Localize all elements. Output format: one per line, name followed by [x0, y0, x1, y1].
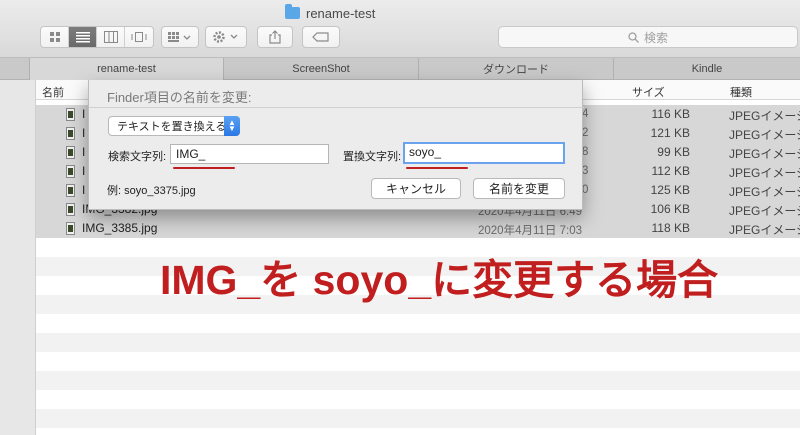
rename-example: 例: soyo_3375.jpg	[107, 185, 196, 197]
dialog-divider	[89, 107, 584, 108]
file-kind: JPEGイメージ	[729, 147, 800, 161]
file-size: 106 KB	[650, 202, 690, 216]
jpeg-file-icon	[66, 146, 75, 159]
arrange-button[interactable]	[161, 26, 199, 48]
folder-icon	[285, 4, 300, 19]
file-date: 2020年4月11日 7:03	[478, 225, 582, 237]
search-placeholder: 検索	[643, 30, 668, 45]
icon-view-button[interactable]	[41, 27, 69, 47]
file-name: I	[82, 126, 86, 140]
find-label: 検索文字列:	[108, 151, 167, 163]
tab-label: Kindle	[691, 63, 723, 75]
cancel-button[interactable]: キャンセル	[371, 178, 461, 199]
file-name: I	[82, 145, 86, 159]
file-name: I	[82, 107, 86, 121]
gear-icon	[213, 31, 238, 43]
rename-button[interactable]: 名前を変更	[473, 178, 565, 199]
cover-flow-icon	[131, 32, 147, 42]
replace-label: 置換文字列:	[343, 151, 402, 163]
file-kind: JPEGイメージ	[729, 223, 800, 237]
share-icon	[269, 30, 281, 44]
cover-flow-view-button[interactable]	[125, 27, 153, 47]
jpeg-file-icon	[66, 165, 75, 178]
tags-button[interactable]	[302, 26, 340, 48]
view-mode-segmented-control	[40, 26, 154, 48]
tab-label: ダウンロード	[483, 64, 549, 76]
empty-row	[36, 371, 800, 390]
file-row[interactable]: IMG_3385.jpg 2020年4月11日 7:03 118 KB JPEG…	[36, 219, 800, 238]
search-field[interactable]: 検索	[498, 26, 798, 48]
icon-view-icon	[49, 32, 60, 42]
rename-mode-popup[interactable]: テキストを置き換える ▲ ▼	[108, 116, 240, 136]
file-size: 116 KB	[651, 107, 690, 121]
tab-rename-test[interactable]: rename-test	[30, 58, 224, 80]
rename-mode-label: テキストを置き換える	[117, 121, 227, 133]
file-size: 99 KB	[657, 145, 690, 159]
search-icon	[628, 31, 639, 43]
file-size: 112 KB	[651, 164, 690, 178]
column-view-icon	[103, 31, 118, 43]
file-kind: JPEGイメージ	[729, 204, 800, 218]
jpeg-file-icon	[66, 203, 75, 216]
column-kind-header[interactable]: 種類	[730, 84, 752, 100]
file-kind: JPEGイメージ	[729, 166, 800, 180]
column-size-header[interactable]: サイズ	[632, 84, 665, 100]
file-size: 121 KB	[650, 126, 690, 140]
list-view-icon	[75, 32, 90, 43]
jpeg-file-icon	[66, 108, 75, 121]
popup-arrows-icon: ▲ ▼	[224, 116, 240, 136]
jpeg-file-icon	[66, 222, 75, 235]
column-name-header[interactable]: 名前	[42, 84, 64, 100]
replace-underline-annotation	[406, 167, 468, 169]
file-kind: JPEGイメージ	[729, 128, 800, 142]
finder-toolbar: rename-test 検索	[0, 0, 800, 58]
tab-download[interactable]: ダウンロード	[419, 58, 614, 80]
find-field[interactable]: IMG_	[170, 144, 329, 164]
window-title-text: rename-test	[306, 5, 376, 21]
caption-overlay: IMG_を soyo_に変更する場合	[160, 257, 719, 303]
empty-row	[36, 333, 800, 352]
sidebar	[0, 80, 36, 435]
replace-field[interactable]: soyo_	[403, 142, 565, 164]
column-view-button[interactable]	[97, 27, 125, 47]
file-name: IMG_3385.jpg	[82, 221, 158, 235]
tab-kindle[interactable]: Kindle	[614, 58, 800, 80]
tab-label: rename-test	[97, 63, 156, 75]
file-kind: JPEGイメージ	[729, 109, 800, 123]
file-size: 125 KB	[650, 183, 690, 197]
tab-bar-spacer	[0, 58, 30, 80]
rename-dialog: Finder項目の名前を変更: テキストを置き換える ▲ ▼ 検索文字列: IMG…	[88, 80, 584, 210]
find-underline-annotation	[173, 167, 235, 169]
window-title: rename-test	[285, 4, 376, 21]
tab-screenshot[interactable]: ScreenShot	[224, 58, 419, 80]
action-gear-button[interactable]	[205, 26, 247, 48]
tab-bar: rename-test ScreenShot ダウンロード Kindle	[0, 58, 800, 80]
jpeg-file-icon	[66, 184, 75, 197]
dialog-title: Finder項目の名前を変更:	[107, 90, 252, 105]
file-kind: JPEGイメージ	[729, 185, 800, 199]
tag-icon	[312, 32, 329, 42]
file-size: 118 KB	[651, 221, 690, 235]
jpeg-file-icon	[66, 127, 75, 140]
file-name: I	[82, 164, 86, 178]
arrange-icon	[168, 32, 191, 42]
file-name: I	[82, 183, 86, 197]
empty-row	[36, 409, 800, 428]
share-button[interactable]	[257, 26, 293, 48]
tab-label: ScreenShot	[292, 63, 350, 75]
list-view-button[interactable]	[69, 27, 97, 47]
